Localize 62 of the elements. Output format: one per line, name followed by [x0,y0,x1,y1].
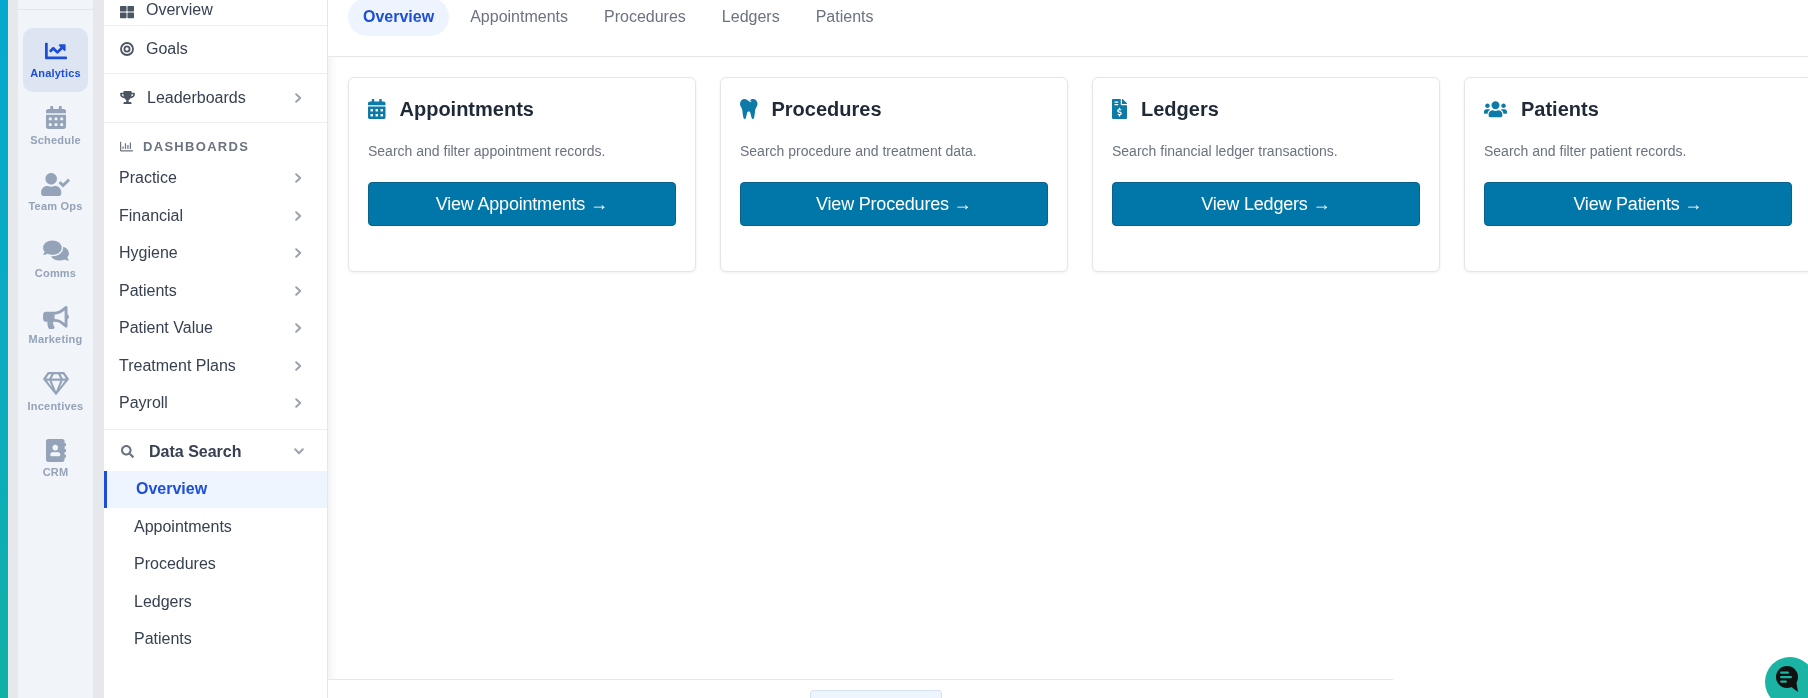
people-icon [1484,99,1507,119]
dollar-document-icon [1112,99,1127,119]
card-description: Search financial ledger transactions. [1112,142,1339,161]
view-button[interactable]: View Ledgers → [1112,182,1420,226]
sidebar-subitem[interactable]: Patients [104,620,327,658]
card-description: Search and filter patient records. [1484,142,1688,161]
target-icon [120,42,134,57]
sidebar-menu-item[interactable]: Patients [104,272,327,310]
chevron-right-icon [295,248,302,259]
grid-icon [120,4,134,19]
tab[interactable]: Patients [800,0,889,36]
megaphone-icon [42,305,69,329]
tab[interactable]: Appointments [455,0,583,36]
tab[interactable]: Procedures [589,0,701,36]
card-description: Search and filter appointment records. [368,142,607,161]
sidebar-group-toggle[interactable]: Data Search [104,432,327,471]
chevron-right-icon [295,360,302,371]
sidebar-menu-item[interactable]: Hygiene [104,234,327,272]
chevron-right-icon [295,173,302,184]
tab[interactable]: Overview [348,0,450,36]
view-button[interactable]: View Patients → [1484,182,1792,226]
card-title: Procedures [771,98,882,120]
card-description: Search procedure and treatment data. [740,142,978,161]
sidebar-subitem[interactable]: Overview [104,470,327,508]
nav-rail-button[interactable]: Analytics [23,28,88,92]
sidebar-subitem[interactable]: Procedures [104,545,327,583]
view-button[interactable]: View Appointments → [368,182,676,226]
calendar-icon [368,99,386,119]
chevron-right-icon [295,92,302,103]
gem-icon [42,372,69,395]
card-title: Appointments [399,98,534,120]
sidebar-menu-item[interactable]: Payroll [104,384,327,422]
tooth-icon [740,99,758,119]
sidebar-link[interactable]: Overview [104,0,327,26]
line-chart-icon [44,40,67,62]
bar-chart-icon [120,140,133,153]
sidebar-menu-item[interactable]: Practice [104,159,327,197]
sidebar-subitem[interactable]: Appointments [104,508,327,546]
user-check-icon [41,172,70,196]
trophy-icon [120,91,135,105]
view-button[interactable]: View Procedures → [740,182,1048,226]
sidebar-link[interactable]: Leaderboards [104,74,327,123]
search-icon [121,445,134,458]
card-title: Ledgers [1141,98,1219,120]
chevron-right-icon [295,323,302,334]
section-heading: DASHBOARDS [143,138,250,155]
chevron-right-icon [295,285,302,296]
chevron-right-icon [295,210,302,221]
chat-bubbles-icon [42,239,69,262]
sidebar-menu-item[interactable]: Patient Value [104,309,327,347]
contact-book-icon [45,438,66,462]
sidebar-subitem[interactable]: Ledgers [104,583,327,621]
chevron-down-icon [294,448,304,455]
chat-icon [1775,666,1799,692]
chat-button[interactable] [1765,657,1808,698]
sidebar-link[interactable]: Goals [104,25,327,74]
sidebar-menu-item[interactable]: Treatment Plans [104,347,327,385]
card-title: Patients [1521,98,1599,120]
calendar-icon [45,106,66,129]
chevron-right-icon [295,398,302,409]
tab[interactable]: Ledgers [706,0,795,36]
sidebar-menu-item[interactable]: Financial [104,197,327,235]
